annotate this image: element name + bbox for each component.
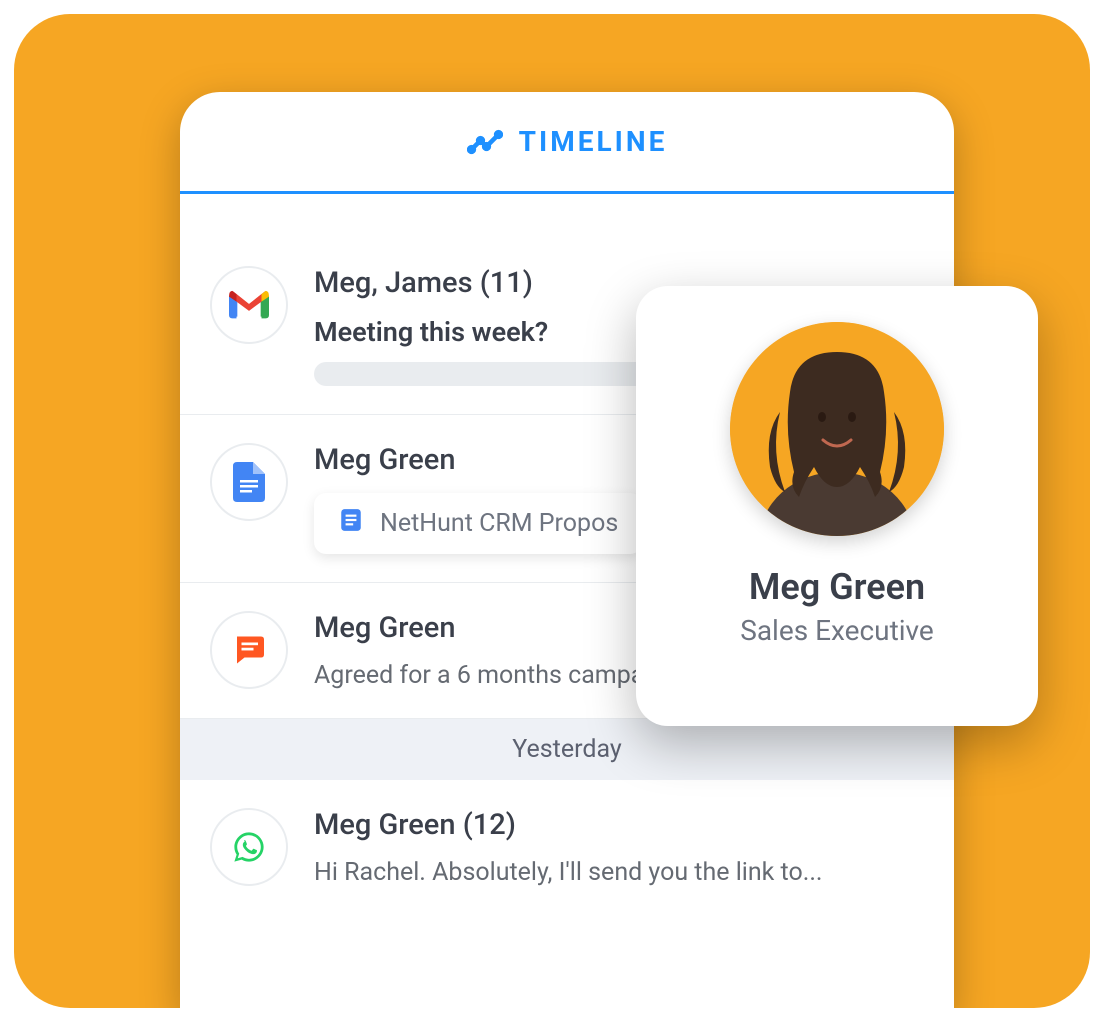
gmail-icon — [210, 266, 288, 344]
google-doc-icon — [210, 443, 288, 521]
timeline-item[interactable]: Meg Green (12) Hi Rachel. Absolutely, I'… — [180, 780, 954, 915]
profile-name: Meg Green — [749, 566, 925, 608]
avatar — [730, 322, 944, 536]
chart-line-icon — [467, 124, 503, 160]
timeline-item-title: Meg Green (12) — [314, 808, 924, 842]
timeline-item-text: Hi Rachel. Absolutely, I'll send you the… — [314, 858, 924, 887]
timeline-item-body: Meg Green (12) Hi Rachel. Absolutely, I'… — [314, 808, 924, 887]
chat-icon — [210, 611, 288, 689]
attachment-chip[interactable]: NetHunt CRM Propos — [314, 493, 642, 554]
date-separator: Yesterday — [180, 719, 954, 780]
tab-header[interactable]: TIMELINE — [180, 92, 954, 194]
profile-role: Sales Executive — [740, 614, 934, 647]
doc-icon — [338, 507, 364, 540]
background-panel: TIMELINE Meg, James (11) — [14, 14, 1090, 1008]
attachment-name: NetHunt CRM Propos — [380, 509, 618, 538]
profile-card[interactable]: Meg Green Sales Executive — [636, 286, 1038, 726]
tab-timeline-label: TIMELINE — [519, 125, 668, 158]
whatsapp-icon — [210, 808, 288, 886]
